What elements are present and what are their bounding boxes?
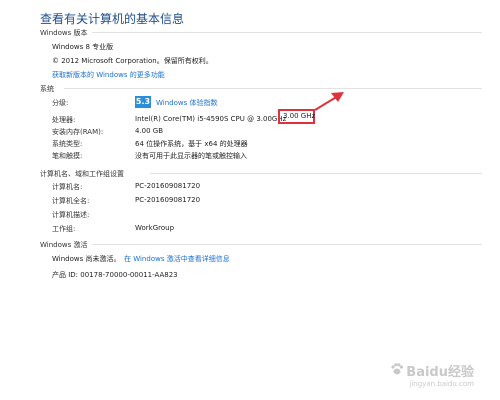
system-type-value: 64 位操作系统，基于 x64 的处理器 [135,140,248,148]
product-id: 产品 ID: 00178-70000-00011-AA823 [52,271,178,279]
baidu-watermark: Baidu经验 jingyan.baidu.com [391,361,474,388]
watermark-url: jingyan.baidu.com [409,380,474,388]
section-header-windows-edition: Windows 版本 [40,29,88,37]
watermark-brand: Baidu经验 [406,365,474,380]
section-header-computer-name: 计算机名、域和工作组设置 [40,170,124,178]
pen-touch-value: 没有可用于此显示器的笔或触控输入 [135,152,247,160]
computer-fullname-label: 计算机全名: [52,197,90,205]
activation-status: Windows 尚未激活。 [52,255,121,263]
computer-name-label: 计算机名: [52,183,83,191]
ram-label: 安装内存(RAM): [52,128,104,136]
system-type-label: 系统类型: [52,140,83,148]
more-features-link[interactable]: 获取新版本的 Windows 的更多功能 [52,70,165,80]
page-title: 查看有关计算机的基本信息 [40,12,185,26]
rating-score-badge[interactable]: 5.3 [135,96,151,108]
section-divider [64,88,482,89]
processor-speed: 3.00 GHz [283,112,316,120]
workgroup-value: WorkGroup [135,224,175,232]
computer-fullname-value: PC-201609081720 [135,196,201,204]
baidu-paw-icon [391,363,404,375]
processor-label: 处理器: [52,116,76,124]
section-divider [92,32,482,33]
computer-name-value: PC-201609081720 [135,182,201,190]
pen-touch-label: 笔和触摸: [52,152,83,160]
experience-index-link[interactable]: Windows 体验指数 [156,98,217,108]
section-divider [92,244,482,245]
computer-description-label: 计算机描述: [52,211,90,219]
section-divider [150,173,482,174]
workgroup-label: 工作组: [52,225,76,233]
windows-edition-value: Windows 8 专业版 [52,43,114,51]
copyright-text: © 2012 Microsoft Corporation。保留所有权利。 [52,57,213,65]
processor-value: Intel(R) Core(TM) i5-4590S CPU @ 3.00GHz [135,115,287,123]
section-header-activation: Windows 激活 [40,241,88,249]
activation-details-link[interactable]: 在 Windows 激活中查看详细信息 [124,254,230,264]
rating-label: 分级: [52,99,69,107]
ram-value: 4.00 GB [135,127,164,135]
section-header-system: 系统 [40,85,54,93]
annotation-arrow-icon [314,92,344,111]
